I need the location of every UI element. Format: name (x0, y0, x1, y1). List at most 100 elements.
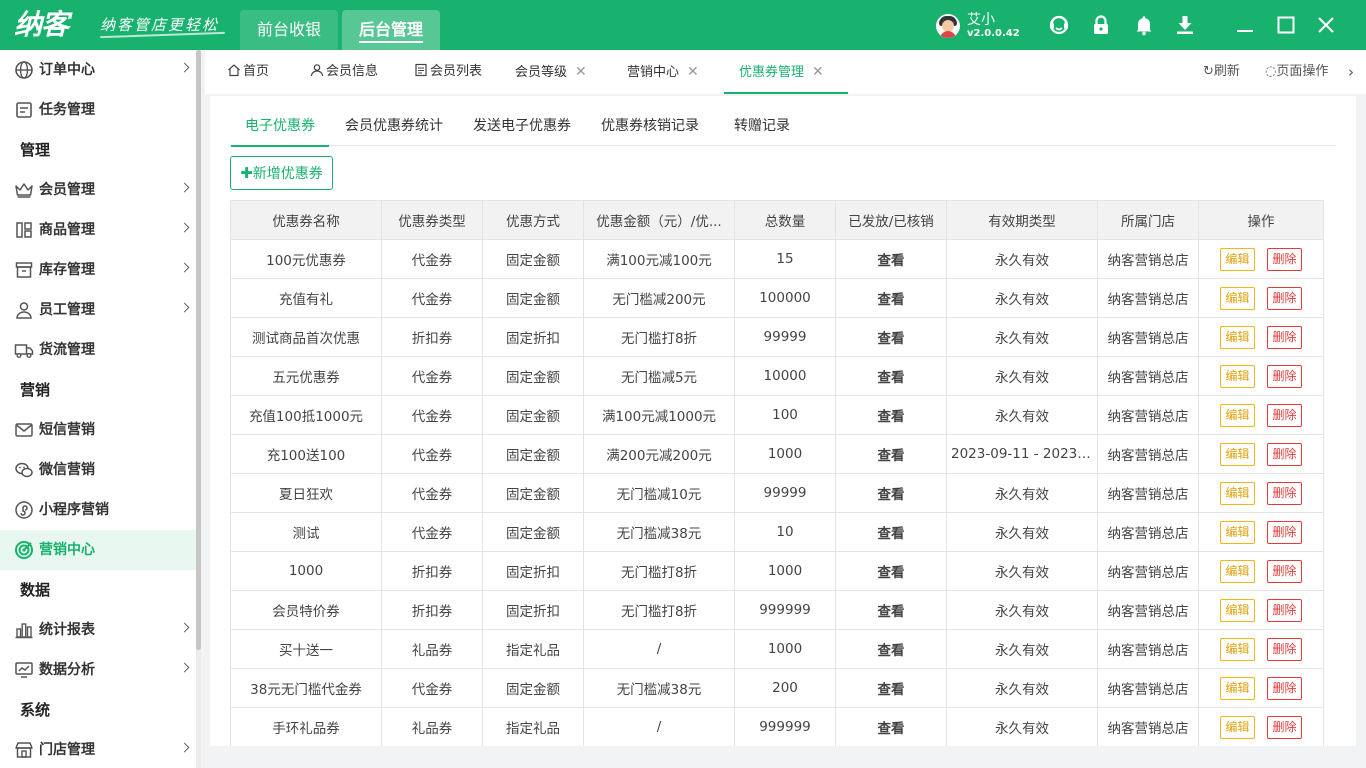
view-issued-link[interactable]: 查看 (835, 278, 947, 318)
table-row[interactable]: 100元优惠券 代金券 固定金额 满100元减100元 15 查看 永久有效 纳客营销总店 编辑… (230, 239, 1324, 279)
table-row[interactable]: 买十送一 礼品券 指定礼品/1000 查看 永久有效 纳客营销总店 编辑 删除 (230, 629, 1324, 669)
coupon-name-link[interactable]: 会员特价券 (230, 590, 382, 630)
sidebar-item-logistics[interactable]: 货流管理 (0, 330, 196, 370)
coupon-name-link[interactable]: 测试 (230, 512, 382, 552)
table-row[interactable]: 测试 代金券 固定金额 无门槛减38元 10 查看 永久有效 纳客营销总店 编辑 删除 (230, 512, 1324, 552)
tab-home[interactable]: 首页 (227, 50, 269, 94)
edit-button[interactable]: 编辑 (1220, 559, 1255, 583)
tab-coupon-management[interactable]: 优惠券管理 ✕ (724, 50, 848, 94)
tab-close-icon[interactable]: ✕ (575, 64, 587, 80)
view-issued-link[interactable]: 查看 (835, 395, 947, 435)
table-row[interactable]: 测试商品首次优惠 折扣券 固定折扣 无门槛打8折 99999 查看 永久有效 纳客营销总店 编辑… (230, 317, 1324, 357)
delete-button[interactable]: 删除 (1267, 286, 1302, 310)
sidebar-item-analysis[interactable]: 数据分析 (0, 650, 196, 690)
sidebar-scrollbar[interactable] (196, 50, 201, 768)
edit-button[interactable]: 编辑 (1220, 637, 1255, 661)
sidebar-item-miniapp[interactable]: 小程序营销 (0, 490, 196, 530)
coupon-name-link[interactable]: 测试商品首次优惠 (230, 317, 382, 357)
delete-button[interactable]: 删除 (1267, 520, 1302, 544)
table-row[interactable]: 充100送100 代金券 固定金额 满200元减200元 1000 查看 2023-09-1… (230, 434, 1324, 474)
edit-button[interactable]: 编辑 (1220, 442, 1255, 466)
tab-member-list[interactable]: 会员列表 (414, 50, 482, 94)
view-issued-link[interactable]: 查看 (835, 512, 947, 552)
sidebar-item-task[interactable]: 任务管理 (0, 90, 196, 130)
view-issued-link[interactable]: 查看 (835, 239, 947, 279)
view-issued-link[interactable]: 查看 (835, 707, 947, 746)
view-issued-link[interactable]: 查看 (835, 590, 947, 630)
delete-button[interactable]: 删除 (1267, 559, 1302, 583)
download-icon[interactable] (1173, 13, 1197, 37)
coupon-name-link[interactable]: 充100送100 (230, 434, 382, 474)
subtab-redeem-records[interactable]: 优惠券核销记录 (601, 106, 699, 146)
sidebar-item-reports[interactable]: 统计报表 (0, 610, 196, 650)
edit-button[interactable]: 编辑 (1220, 598, 1255, 622)
tab-close-icon[interactable]: ✕ (812, 64, 824, 80)
module-tab-backend[interactable]: 后台管理 (342, 10, 440, 50)
page-operations-button[interactable]: ◌页面操作 (1265, 50, 1328, 94)
table-row[interactable]: 充值有礼 代金券 固定金额 无门槛减200元 100000 查看 永久有效 纳客营销总店 编辑删… (230, 278, 1324, 318)
coupon-name-link[interactable]: 买十送一 (230, 629, 382, 669)
subtab-member-coupon-stats[interactable]: 会员优惠券统计 (345, 106, 443, 146)
edit-button[interactable]: 编辑 (1220, 247, 1255, 271)
delete-button[interactable]: 删除 (1267, 481, 1302, 505)
table-row[interactable]: 会员特价券 折扣券 固定折扣 无门槛打8折 999999 查看 永久有效 纳客营销总店 编辑 删除 (230, 590, 1324, 630)
edit-button[interactable]: 编辑 (1220, 676, 1255, 700)
coupon-name-link[interactable]: 充值有礼 (230, 278, 382, 318)
delete-button[interactable]: 删除 (1267, 676, 1302, 700)
delete-button[interactable]: 删除 (1267, 637, 1302, 661)
delete-button[interactable]: 删除 (1267, 442, 1302, 466)
delete-button[interactable]: 删除 (1267, 403, 1302, 427)
close-icon[interactable] (1314, 13, 1338, 37)
coupon-name-link[interactable]: 1000 (230, 551, 382, 591)
coupon-name-link[interactable]: 手环礼品券 (230, 707, 382, 746)
delete-button[interactable]: 删除 (1267, 598, 1302, 622)
lock-icon[interactable] (1089, 13, 1113, 37)
bell-icon[interactable] (1132, 13, 1156, 37)
module-tab-frontdesk[interactable]: 前台收银 (240, 10, 338, 50)
delete-button[interactable]: 删除 (1267, 247, 1302, 271)
tab-marketing-center[interactable]: 营销中心 ✕ (627, 50, 699, 94)
refresh-button[interactable]: ↻刷新 (1203, 50, 1240, 94)
edit-button[interactable]: 编辑 (1220, 481, 1255, 505)
sidebar-item-store[interactable]: 门店管理 (0, 730, 196, 768)
coupon-name-link[interactable]: 100元优惠券 (230, 239, 382, 279)
sidebar-item-inventory[interactable]: 库存管理 (0, 250, 196, 290)
tab-close-icon[interactable]: ✕ (687, 64, 699, 80)
edit-button[interactable]: 编辑 (1220, 286, 1255, 310)
view-issued-link[interactable]: 查看 (835, 473, 947, 513)
add-coupon-button[interactable]: ✚新增优惠券 (230, 156, 333, 190)
view-issued-link[interactable]: 查看 (835, 629, 947, 669)
view-issued-link[interactable]: 查看 (835, 356, 947, 396)
sidebar-item-staff[interactable]: 员工管理 (0, 290, 196, 330)
view-issued-link[interactable]: 查看 (835, 317, 947, 357)
edit-button[interactable]: 编辑 (1220, 364, 1255, 388)
sidebar-item-marketing-center[interactable]: 营销中心 (0, 530, 196, 570)
delete-button[interactable]: 删除 (1267, 364, 1302, 388)
view-issued-link[interactable]: 查看 (835, 551, 947, 591)
delete-button[interactable]: 删除 (1267, 715, 1302, 739)
sidebar-item-sms[interactable]: 短信营销 (0, 410, 196, 450)
coupon-name-link[interactable]: 五元优惠券 (230, 356, 382, 396)
chevron-right-icon[interactable]: › (1348, 50, 1354, 94)
delete-button[interactable]: 删除 (1267, 325, 1302, 349)
tab-member-info[interactable]: 会员信息 (310, 50, 378, 94)
sidebar-scrollbar-thumb[interactable] (196, 50, 201, 650)
table-row[interactable]: 手环礼品券 礼品券 指定礼品/999999 查看 永久有效 纳客营销总店 编辑 删除 (230, 707, 1324, 746)
coupon-name-link[interactable]: 夏日狂欢 (230, 473, 382, 513)
coupon-name-link[interactable]: 38元无门槛代金券 (230, 668, 382, 708)
edit-button[interactable]: 编辑 (1220, 715, 1255, 739)
sidebar-item-member[interactable]: 会员管理 (0, 170, 196, 210)
table-row[interactable]: 五元优惠券 代金券 固定金额 无门槛减5元 10000 查看 永久有效 纳客营销总店 编辑 删除 (230, 356, 1324, 396)
maximize-icon[interactable] (1274, 13, 1298, 37)
subtab-send-coupon[interactable]: 发送电子优惠券 (473, 106, 571, 146)
support-icon[interactable] (1047, 13, 1071, 37)
table-row[interactable]: 1000 折扣券 固定折扣 无门槛打8折 1000 查看 永久有效 纳客营销总店 编辑 删除 (230, 551, 1324, 591)
view-issued-link[interactable]: 查看 (835, 434, 947, 474)
coupon-name-link[interactable]: 充值100抵1000元 (230, 395, 382, 435)
table-row[interactable]: 夏日狂欢 代金券 固定金额 无门槛减10元 99999 查看 永久有效 纳客营销总店 编辑 删除 (230, 473, 1324, 513)
minimize-icon[interactable] (1233, 13, 1257, 37)
edit-button[interactable]: 编辑 (1220, 520, 1255, 544)
table-row[interactable]: 充值100抵1000元 代金券 固定金额 满100元减1000元 100 查看 永久有效 纳客… (230, 395, 1324, 435)
sidebar-item-order-center[interactable]: 订单中心 (0, 50, 196, 90)
sidebar-item-wechat[interactable]: 微信营销 (0, 450, 196, 490)
